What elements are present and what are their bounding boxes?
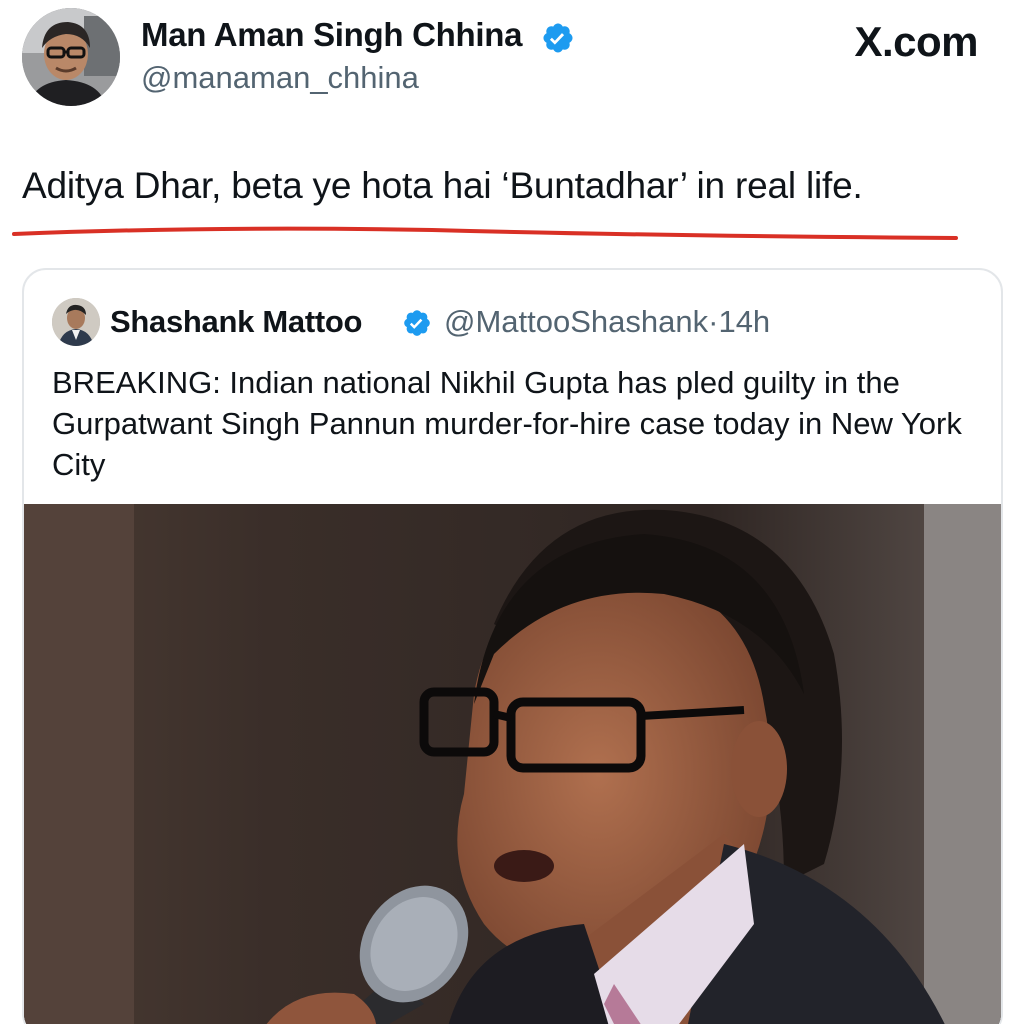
quoted-verified-badge-icon	[404, 310, 430, 336]
tweet-text: Aditya Dhar, beta ye hota hai ‘Buntadhar…	[22, 165, 863, 206]
man-speaking-photo	[24, 504, 1001, 1024]
author-avatar[interactable]	[22, 8, 120, 106]
author-handle[interactable]: @manaman_chhina	[141, 60, 419, 96]
quoted-timestamp[interactable]: 14h	[718, 304, 770, 339]
red-underline-annotation	[12, 226, 958, 240]
quoted-meta: @MattooShashank·14h	[444, 304, 770, 340]
quoted-author-name[interactable]: Shashank Mattoo	[110, 304, 362, 340]
quoted-author-handle[interactable]: @MattooShashank	[444, 304, 708, 339]
meta-separator: ·	[708, 304, 719, 339]
verified-badge-icon	[543, 23, 573, 53]
tweet-screenshot: Man Aman Singh Chhina @manaman_chhina X.…	[0, 0, 1024, 1024]
brand-logo: X.com	[854, 18, 978, 65]
quoted-tweet-text: BREAKING: Indian national Nikhil Gupta h…	[52, 365, 962, 482]
quoted-tweet-card[interactable]: Shashank Mattoo @MattooShashank·14h BREA…	[22, 268, 1003, 1024]
author-name[interactable]: Man Aman Singh Chhina	[141, 16, 522, 54]
quoted-tweet-photo[interactable]	[24, 504, 1001, 1024]
quoted-author-avatar[interactable]	[52, 298, 100, 346]
